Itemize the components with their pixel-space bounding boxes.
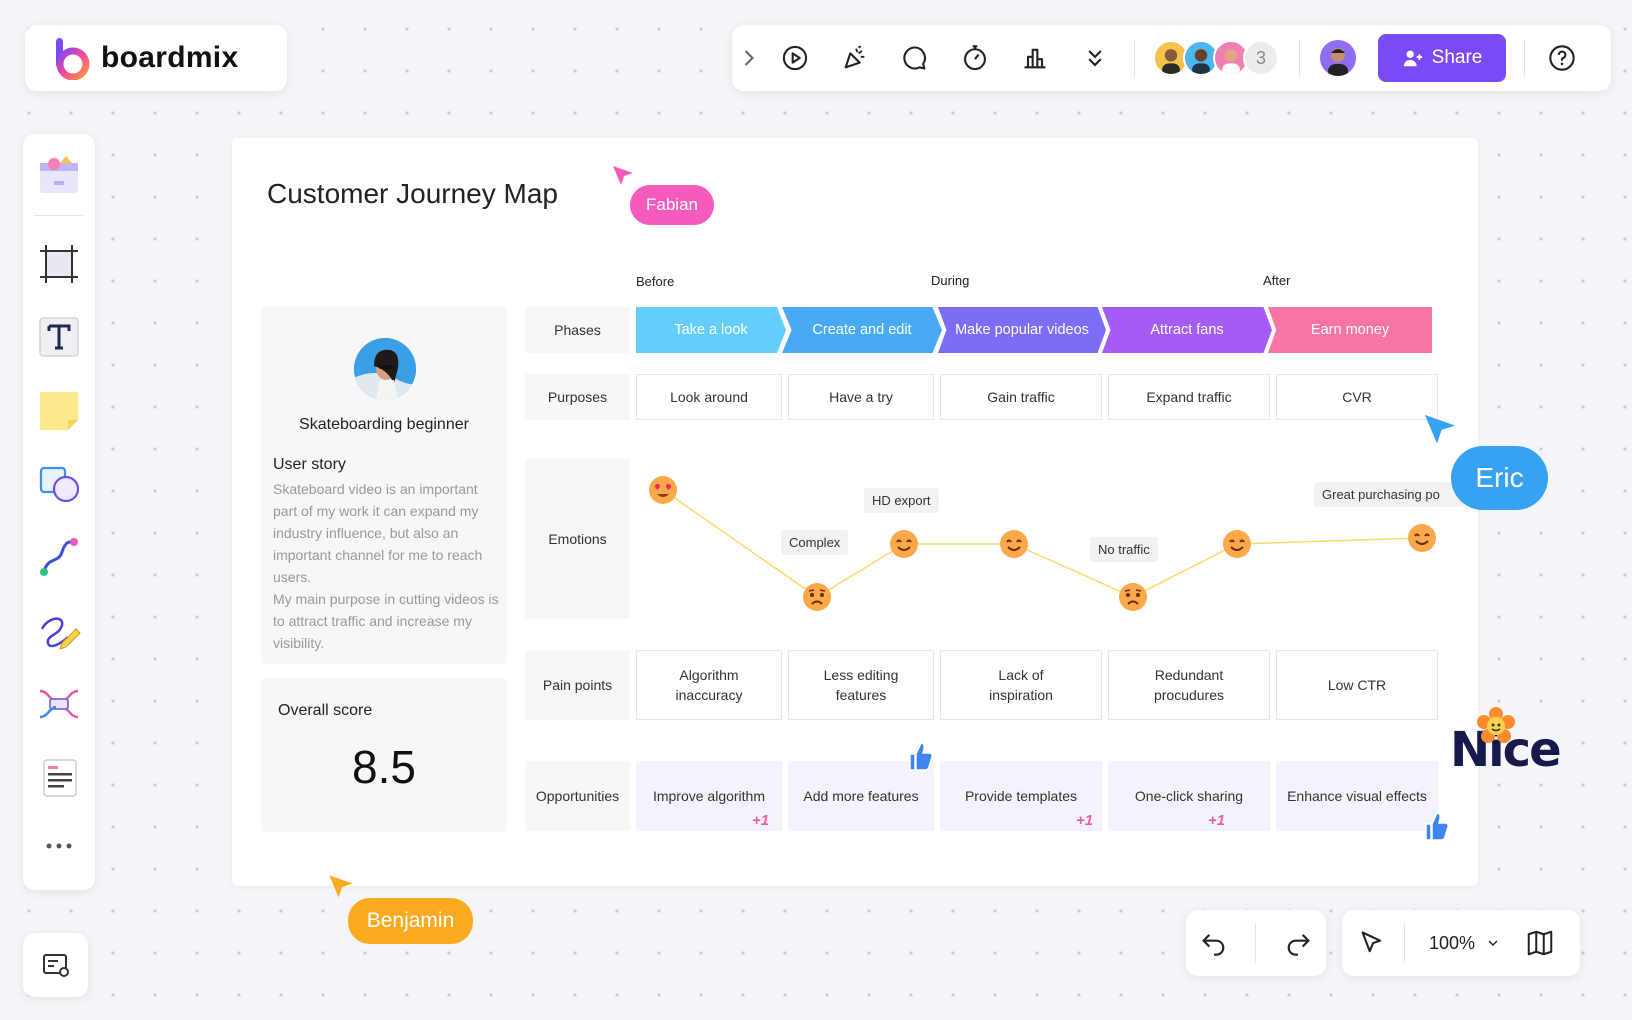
emotion-tag: Complex bbox=[781, 530, 849, 555]
select-pointer-icon[interactable] bbox=[1358, 929, 1386, 957]
toolbar-divider bbox=[34, 215, 84, 217]
chevron-right-icon[interactable] bbox=[734, 39, 764, 77]
logo-text: boardmix bbox=[101, 41, 239, 74]
toolbar-divider bbox=[1524, 39, 1525, 77]
plus-one-badge: +1 bbox=[1076, 812, 1094, 829]
opportunity-cell[interactable]: One-click sharing bbox=[1108, 761, 1270, 831]
top-toolbar: 3 Share bbox=[732, 25, 1611, 91]
add-user-icon bbox=[1403, 50, 1422, 67]
share-label: Share bbox=[1431, 47, 1483, 68]
current-user-avatar[interactable] bbox=[1318, 38, 1358, 78]
toolbar-divider bbox=[1404, 923, 1405, 963]
plus-one-badge: +1 bbox=[752, 812, 770, 829]
collaborator-count: 3 bbox=[1243, 40, 1279, 76]
smile-emoji-icon bbox=[1223, 530, 1251, 558]
collaborator-avatars[interactable]: 3 bbox=[1153, 40, 1279, 76]
opportunity-cell[interactable]: Enhance visual effects bbox=[1276, 761, 1438, 831]
more-down-icon[interactable] bbox=[1076, 39, 1114, 77]
history-controls bbox=[1186, 910, 1326, 976]
document-icon[interactable] bbox=[29, 747, 89, 806]
cursor-label-fabian: Fabian bbox=[630, 185, 714, 225]
pen-icon[interactable] bbox=[29, 601, 89, 660]
text-tool-icon[interactable] bbox=[29, 308, 89, 367]
frame-icon[interactable] bbox=[29, 234, 89, 293]
play-icon[interactable] bbox=[776, 39, 814, 77]
boardmix-logo-icon bbox=[56, 38, 90, 80]
thumbs-up-icon bbox=[909, 742, 933, 771]
help-icon[interactable] bbox=[1543, 39, 1581, 77]
chevron-down-icon[interactable] bbox=[1485, 935, 1501, 951]
minimap-toggle[interactable] bbox=[23, 933, 88, 997]
sticky-note-icon[interactable] bbox=[29, 381, 89, 440]
cursor-arrow-icon bbox=[329, 875, 353, 898]
logo: boardmix bbox=[25, 25, 287, 91]
flower-icon bbox=[1477, 707, 1515, 743]
connector-icon[interactable] bbox=[29, 527, 89, 586]
love-eyes-emoji-icon bbox=[649, 476, 677, 504]
shape-icon[interactable] bbox=[29, 454, 89, 513]
sad-emoji-icon bbox=[803, 583, 831, 611]
nice-sticker: Nice bbox=[1450, 706, 1575, 778]
cursor-arrow-icon bbox=[1425, 415, 1455, 444]
emotion-tag: HD export bbox=[864, 488, 939, 513]
undo-icon[interactable] bbox=[1200, 929, 1228, 957]
journey-map-board[interactable]: Customer Journey Map Before During After… bbox=[232, 138, 1478, 886]
pain-point-cell[interactable]: Redundant procudures bbox=[1108, 650, 1270, 720]
redo-icon[interactable] bbox=[1284, 929, 1312, 957]
template-icon[interactable] bbox=[29, 146, 89, 205]
comment-icon[interactable] bbox=[896, 39, 934, 77]
cursor-label-eric: Eric bbox=[1451, 446, 1548, 510]
sad-emoji-icon bbox=[1119, 583, 1147, 611]
celebrate-icon[interactable] bbox=[836, 39, 874, 77]
smile-emoji-icon bbox=[1408, 524, 1436, 552]
mindmap-icon[interactable] bbox=[29, 674, 89, 733]
thumbs-up-icon bbox=[1425, 812, 1449, 841]
cursor-arrow-icon bbox=[613, 166, 633, 185]
emotion-tag: No traffic bbox=[1090, 537, 1158, 562]
toolbar-divider bbox=[1299, 39, 1300, 77]
pain-point-cell[interactable]: Low CTR bbox=[1276, 650, 1438, 720]
more-tools-icon[interactable] bbox=[29, 817, 89, 876]
toolbar-divider bbox=[1255, 923, 1257, 963]
emotion-tag-clip: Great purchasing po bbox=[1314, 482, 1464, 507]
cursor-label-benjamin: Benjamin bbox=[348, 898, 473, 944]
map-icon[interactable] bbox=[1525, 928, 1555, 958]
pain-point-cell[interactable]: Algorithm inaccuracy bbox=[636, 650, 782, 720]
toolbar-divider bbox=[1134, 39, 1135, 77]
zoom-level[interactable]: 100% bbox=[1429, 933, 1475, 954]
pain-point-cell[interactable]: Less editing features bbox=[788, 650, 934, 720]
pain-point-cell[interactable]: Lack of inspiration bbox=[940, 650, 1102, 720]
left-toolbar bbox=[23, 134, 95, 890]
board-settings-icon bbox=[42, 954, 69, 977]
smile-emoji-icon bbox=[1000, 530, 1028, 558]
smile-emoji-icon bbox=[890, 530, 918, 558]
timer-icon[interactable] bbox=[956, 39, 994, 77]
plus-one-badge: +1 bbox=[1208, 812, 1226, 829]
emotion-tag: Great purchasing po bbox=[1314, 482, 1464, 507]
share-button[interactable]: Share bbox=[1378, 34, 1506, 82]
vote-icon[interactable] bbox=[1016, 39, 1054, 77]
zoom-controls: 100% bbox=[1342, 910, 1580, 976]
